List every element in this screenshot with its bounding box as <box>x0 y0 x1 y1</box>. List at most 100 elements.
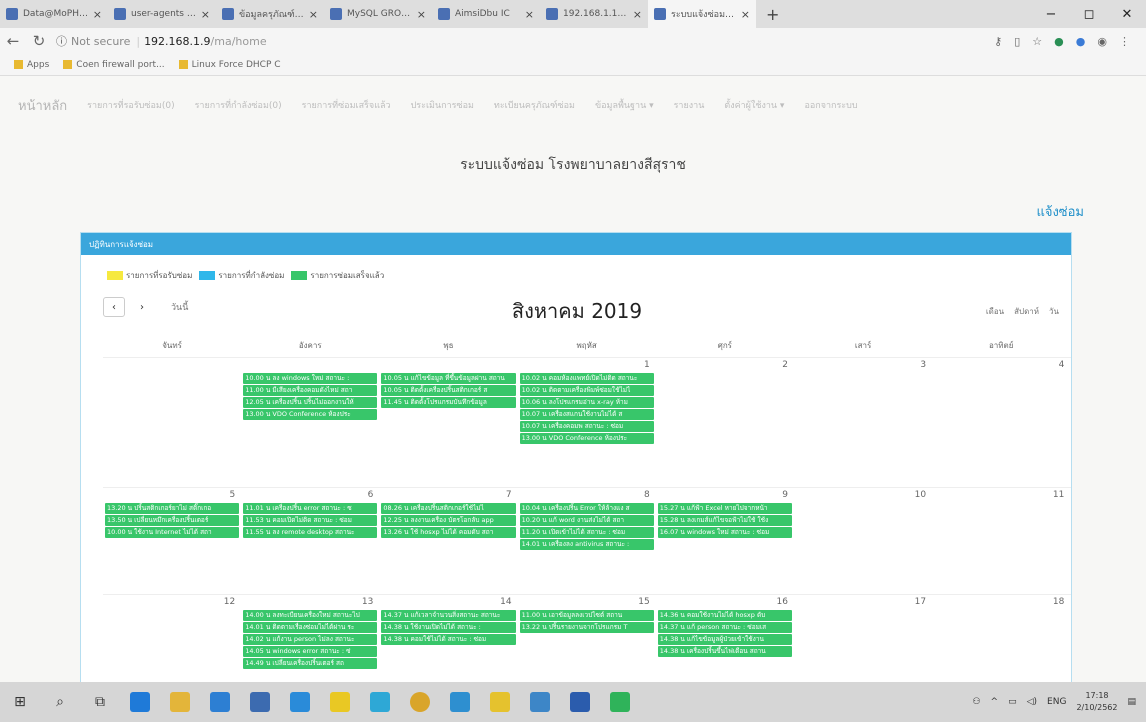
browser-tab[interactable]: Data@MoPH From × <box>0 0 108 28</box>
app-icon[interactable] <box>440 682 480 722</box>
volume-icon[interactable]: ◁) <box>1027 697 1037 707</box>
bookmark-item[interactable]: Linux Force DHCP C <box>178 60 281 70</box>
bookmark-item[interactable]: Coen firewall port... <box>63 60 165 70</box>
day-cell[interactable]: 9 15.27 น แก้ฟ้า Excel หายไปจากหน้า 15.28 … <box>656 488 794 594</box>
repair-event[interactable]: 13.00 น VDO Conference ห้องประ <box>519 433 654 444</box>
repair-event[interactable]: 14.38 น ใช้งานเปิดไม่ได้ สถานะ : <box>381 622 516 633</box>
day-cell[interactable]: 8 10.04 น เครื่องปริ้น Error ให้ล้างแง ส1… <box>518 488 656 594</box>
ie-icon[interactable] <box>280 682 320 722</box>
file-explorer-icon[interactable] <box>160 682 200 722</box>
nav-item[interactable]: รายการที่กำลังซ่อม(0) <box>195 98 282 112</box>
repair-event[interactable]: 16.07 น windows ใหม่ สถานะ : ซ่อม <box>657 527 792 538</box>
nav-item[interactable]: ทะเบียนครุภัณฑ์ซ่อม <box>494 98 575 112</box>
day-cell[interactable]: 15 11.00 น เอาข้อมูลลงเวปไซต์ สถาน 13.22 น… <box>518 595 656 682</box>
repair-event[interactable]: 10.05 น ติดตั้งเครื่องปริ้นสติกเกอร์ ส <box>381 385 516 396</box>
close-tab-icon[interactable]: × <box>525 8 534 21</box>
nav-item[interactable]: ข้อมูลพื้นฐาน ▾ <box>595 98 654 112</box>
day-cell[interactable]: 18 <box>932 595 1070 682</box>
repair-event[interactable]: 14.37 น แก้ person สถานะ : ซ่อมเส <box>657 622 792 633</box>
day-cell[interactable]: 1 10.02 น คอมห้องแพทย์เปิดไม่ติด สถานะ 10.… <box>518 358 656 487</box>
bookmark-item[interactable]: Apps <box>14 60 49 70</box>
nav-item[interactable]: ออกจากระบบ <box>804 98 857 112</box>
repair-event[interactable]: 14.00 น ลงทะเบียนเครื่องใหม่ สถานะไป <box>243 610 378 621</box>
day-cell[interactable]: 3 <box>794 358 932 487</box>
new-tab-button[interactable]: + <box>756 5 789 24</box>
view-option[interactable]: วัน <box>1049 305 1059 318</box>
nav-item[interactable]: รายงาน <box>674 98 705 112</box>
key-icon[interactable]: ⚷ <box>994 35 1002 48</box>
language-indicator[interactable]: ENG <box>1047 697 1066 707</box>
browser-tab[interactable]: AimsiDbu IC × <box>432 0 540 28</box>
repair-event[interactable]: 14.01 น เครื่องลง antivirus สถานะ : <box>519 539 654 550</box>
close-window-button[interactable]: ✕ <box>1108 7 1146 22</box>
browser-tab[interactable]: 192.168.1.196 × <box>540 0 648 28</box>
day-cell[interactable]: 16 14.36 น คอมใช้งานไม่ได้ hosxp ดับ 14.37… <box>656 595 794 682</box>
chevron-up-icon[interactable]: ^ <box>991 697 999 707</box>
browser-tab[interactable]: user-agents - npm × <box>108 0 216 28</box>
day-cell[interactable]: 6 11.01 น เครื่องปริ้น error สถานะ : ซ 11.… <box>241 488 379 594</box>
repair-event[interactable]: 11.01 น เครื่องปริ้น error สถานะ : ซ <box>243 503 378 514</box>
nav-item[interactable]: ประเมินการซ่อม <box>411 98 474 112</box>
day-cell[interactable]: 7 08.26 น เครื่องปริ้นสติกเกอร์ใช้ไม่ไ 12.… <box>379 488 517 594</box>
repair-event[interactable]: 13.00 น VDO Conference ห้องประ <box>243 409 378 420</box>
star-icon[interactable]: ☆ <box>1032 35 1042 48</box>
report-repair-link[interactable]: แจ้งซ่อม <box>1036 201 1084 222</box>
minimize-button[interactable]: − <box>1032 7 1070 22</box>
repair-event[interactable]: 10.02 น ติดตามเครื่องพิมพ์ซ่อมใช้ไม่ไ <box>519 385 654 396</box>
start-icon[interactable]: ⊞ <box>0 682 40 722</box>
repair-event[interactable]: 11.00 น มีเสียงเครื่องคอมดังไหม่ สถา <box>243 385 378 396</box>
menu-icon[interactable]: ⋮ <box>1119 35 1130 48</box>
info-icon[interactable]: ⓘ <box>56 33 67 49</box>
repair-event[interactable]: 10.04 น เครื่องปริ้น Error ให้ล้างแง ส <box>519 503 654 514</box>
repair-event[interactable]: 13.50 น เปลี่ยนหมึกเครื่องปริ้นเตอร์ <box>105 515 240 526</box>
extension-icon[interactable]: ● <box>1054 35 1064 48</box>
day-cell[interactable]: 10 <box>794 488 932 594</box>
chrome-icon[interactable] <box>400 682 440 722</box>
repair-event[interactable]: 14.01 น ติดตามเรื่องซ่อมไม่ได้ผ่าน ระ <box>243 622 378 633</box>
close-tab-icon[interactable]: × <box>201 8 210 21</box>
close-tab-icon[interactable]: × <box>309 8 318 21</box>
repair-event[interactable]: 12.05 น เครื่องปริ้น ปริ้นไม่ออกงานให้ <box>243 397 378 408</box>
day-cell[interactable]: 14 14.37 น แก้เวลาจำนวนสิ่งสถานะ สถานะ 14.… <box>379 595 517 682</box>
repair-event[interactable]: 14.49 น เปลี่ยนเครื่องปริ้นเตอร์ สถ <box>243 658 378 669</box>
repair-event[interactable]: 10.05 น แก้ไขข้อมูล ที่ขึ้นข้อมูลผ่าน สถ… <box>381 373 516 384</box>
nav-item[interactable]: รายการที่รอรับซ่อม(0) <box>87 98 174 112</box>
edge-icon[interactable] <box>120 682 160 722</box>
repair-event[interactable]: 10.00 น ลง windows ใหม่ สถานะ : <box>243 373 378 384</box>
network-icon[interactable]: ▭ <box>1008 697 1017 707</box>
store-icon[interactable] <box>200 682 240 722</box>
browser-tab[interactable]: ข้อมูลครุภัณฑ์intagem × <box>216 0 324 28</box>
sticky-notes-icon[interactable] <box>320 682 360 722</box>
mail-icon[interactable] <box>240 682 280 722</box>
people-icon[interactable]: ⚇ <box>972 697 980 707</box>
view-option[interactable]: สัปดาห์ <box>1014 305 1039 318</box>
repair-event[interactable]: 14.02 น แก้งาน person ไม่ลง สถานะ <box>243 634 378 645</box>
app-icon[interactable] <box>480 682 520 722</box>
nav-home[interactable]: หน้าหลัก <box>18 95 67 116</box>
day-cell[interactable]: 12 <box>103 595 241 682</box>
repair-event[interactable]: 10.00 น ใช้งาน Internet ไม่ได้ สถา <box>105 527 240 538</box>
repair-event[interactable]: 14.38 น แก้ไขข้อมูลผู้ป่วยเข้าใช้งาน <box>657 634 792 645</box>
repair-event[interactable]: 10.02 น คอมห้องแพทย์เปิดไม่ติด สถานะ <box>519 373 654 384</box>
repair-event[interactable]: 14.37 น แก้เวลาจำนวนสิ่งสถานะ สถานะ <box>381 610 516 621</box>
day-cell[interactable]: 5 13.20 น ปริ้นสติกเกอร์ยาไม่ สติ๊กเกอ 13.… <box>103 488 241 594</box>
browser-tab[interactable]: ระบบแจ้งซ่อม โรงพย × <box>648 0 756 28</box>
repair-event[interactable]: 10.20 น แก้ word งานส่งไม่ได้ สถา <box>519 515 654 526</box>
day-cell[interactable]: 10.00 น ลง windows ใหม่ สถานะ :11.00 น ม… <box>241 358 379 487</box>
day-cell[interactable]: 2 <box>656 358 794 487</box>
close-tab-icon[interactable]: × <box>633 8 642 21</box>
day-cell[interactable]: 4 <box>932 358 1070 487</box>
app-icon[interactable] <box>360 682 400 722</box>
repair-event[interactable]: 10.07 น เครื่องสแกนใช้งานไม่ได้ ส <box>519 409 654 420</box>
repair-event[interactable]: 11.00 น เอาข้อมูลลงเวปไซต์ สถาน <box>519 610 654 621</box>
search-icon[interactable]: ⌕ <box>40 682 80 722</box>
word-icon[interactable] <box>560 682 600 722</box>
repair-event[interactable]: 11.45 น ติดตั้งโปรแกรมบันทึกข้อมูล <box>381 397 516 408</box>
repair-event[interactable]: 11.55 น ลง remote desktop สถานะ <box>243 527 378 538</box>
repair-event[interactable]: 15.27 น แก้ฟ้า Excel หายไปจากหน้า <box>657 503 792 514</box>
app-icon[interactable] <box>520 682 560 722</box>
profile-avatar[interactable]: ◉ <box>1097 35 1107 48</box>
day-cell[interactable] <box>103 358 241 487</box>
repair-event[interactable]: 13.26 น ใช้ hosxp ไม่ได้ คอมดับ สถา <box>381 527 516 538</box>
close-tab-icon[interactable]: × <box>417 8 426 21</box>
